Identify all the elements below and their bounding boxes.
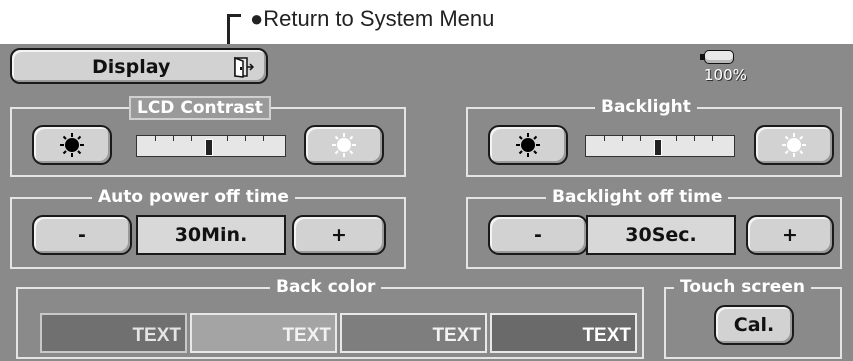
- backlight-slider[interactable]: [585, 135, 735, 157]
- back-color-option-3[interactable]: TEXT: [340, 313, 487, 353]
- touch-screen-group: Touch screen Cal.: [664, 276, 842, 359]
- backlight-off-minus-button[interactable]: -: [488, 215, 588, 255]
- auto-power-off-value: 30Min.: [136, 215, 286, 255]
- door-exit-icon: [234, 56, 254, 78]
- backlight-brighter-button[interactable]: [754, 125, 834, 165]
- back-color-option-2[interactable]: TEXT: [190, 313, 337, 353]
- backlight-group: Backlight: [466, 96, 842, 177]
- back-color-option-4[interactable]: TEXT: [490, 313, 637, 353]
- callout-label: ●Return to System Menu: [250, 6, 495, 31]
- back-color-option-label: TEXT: [282, 325, 331, 346]
- lcd-contrast-title: LCD Contrast: [129, 96, 271, 120]
- lcd-contrast-group: LCD Contrast: [10, 96, 406, 177]
- auto-power-off-minus-button[interactable]: -: [32, 215, 132, 255]
- auto-power-off-title: Auto power off time: [92, 186, 295, 210]
- backlight-darker-button[interactable]: [488, 125, 568, 165]
- back-color-option-label: TEXT: [132, 325, 181, 346]
- callout-leader-tick: [227, 14, 241, 17]
- sun-bright-icon: [782, 133, 806, 157]
- backlight-off-group: Backlight off time - 30Sec. +: [466, 186, 842, 269]
- touch-calibrate-button[interactable]: Cal.: [714, 305, 794, 345]
- battery-icon: [704, 50, 734, 64]
- back-color-option-label: TEXT: [582, 325, 631, 346]
- back-color-group: Back color TEXT TEXT TEXT TEXT: [16, 276, 644, 359]
- backlight-off-plus-button[interactable]: +: [746, 215, 834, 255]
- auto-power-off-group: Auto power off time - 30Min. +: [10, 186, 406, 269]
- backlight-title: Backlight: [595, 96, 697, 120]
- back-color-option-label: TEXT: [432, 325, 481, 346]
- back-color-title: Back color: [270, 276, 382, 300]
- display-settings-screen: Display 100% LCD Contrast Backlight Auto…: [0, 44, 853, 361]
- sun-dark-icon: [516, 133, 540, 157]
- backlight-off-value: 30Sec.: [586, 215, 736, 255]
- sun-dark-icon: [60, 133, 84, 157]
- lcd-contrast-darker-button[interactable]: [32, 125, 112, 165]
- back-color-option-1[interactable]: TEXT: [40, 313, 187, 353]
- lcd-contrast-slider-thumb[interactable]: [205, 139, 213, 156]
- auto-power-off-plus-button[interactable]: +: [292, 215, 386, 255]
- battery-percent: 100%: [704, 66, 747, 84]
- backlight-off-title: Backlight off time: [546, 186, 729, 210]
- lcd-contrast-brighter-button[interactable]: [304, 125, 384, 165]
- screen-title: Display: [92, 56, 171, 78]
- return-to-system-menu-button[interactable]: Display: [10, 48, 268, 84]
- sun-bright-icon: [332, 133, 356, 157]
- backlight-slider-thumb[interactable]: [654, 139, 662, 156]
- lcd-contrast-slider[interactable]: [136, 135, 286, 157]
- touch-screen-title: Touch screen: [674, 276, 811, 300]
